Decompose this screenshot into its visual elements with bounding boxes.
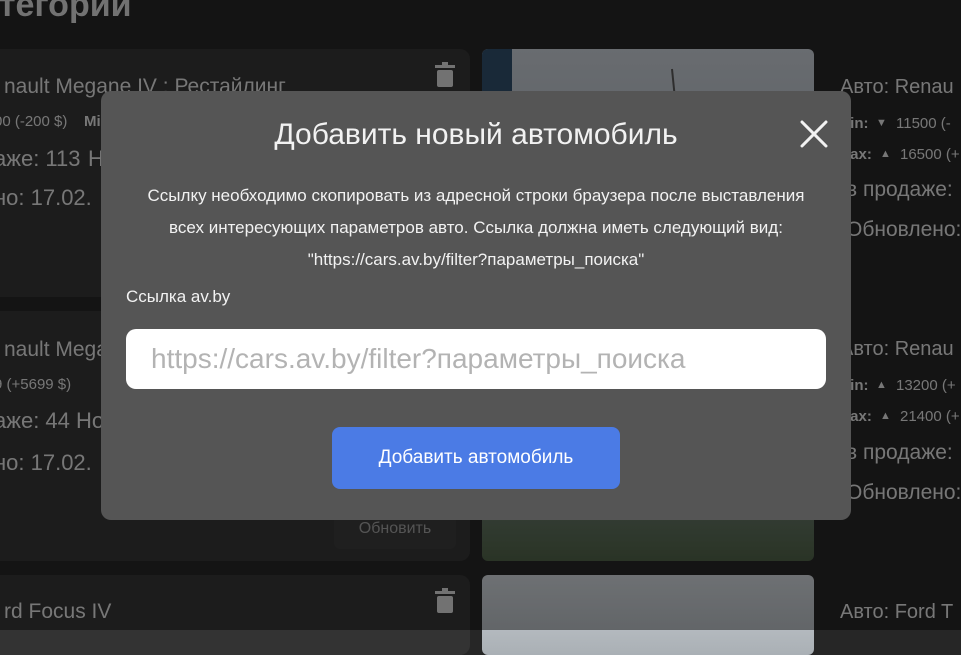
modal-description: Ссылку необходимо скопировать из адресно… <box>147 186 805 269</box>
add-car-modal: Добавить новый автомобиль Ссылку необход… <box>101 91 851 520</box>
link-field-label: Ссылка av.by <box>126 287 231 306</box>
close-icon[interactable] <box>799 119 829 149</box>
link-input[interactable] <box>126 329 826 389</box>
modal-title: Добавить новый автомобиль <box>274 118 678 151</box>
add-car-button[interactable]: Добавить автомобиль <box>332 427 620 489</box>
